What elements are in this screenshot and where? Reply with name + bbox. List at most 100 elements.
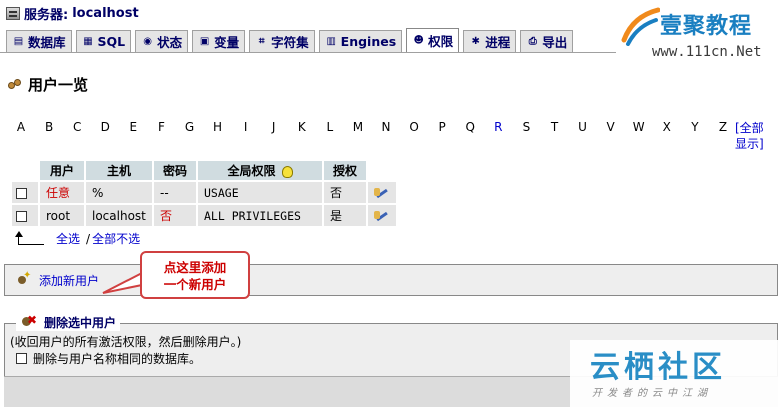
letter-v: V: [606, 120, 615, 134]
table-header-blank-2: [368, 161, 396, 180]
watermark: 云栖社区 开发者的云中江湖: [570, 340, 778, 407]
status-icon: ◉: [143, 36, 152, 47]
table-row: 任意 % -- USAGE 否: [12, 182, 396, 203]
letter-k: K: [297, 120, 306, 134]
tab-databases[interactable]: ▤ 数据库: [6, 30, 72, 52]
cell-grant: 是: [324, 205, 366, 226]
tab-charsets[interactable]: ⌗ 字符集: [249, 30, 315, 52]
add-user-link[interactable]: 添加新用户: [39, 272, 99, 289]
tab-export[interactable]: ⎙ 导出: [520, 30, 574, 52]
letter-h: H: [213, 120, 223, 134]
cell-privileges: ALL PRIVILEGES: [198, 205, 322, 226]
select-separator: /: [86, 231, 91, 246]
cell-host: localhost: [86, 205, 152, 226]
database-icon: ▤: [13, 36, 24, 47]
header-host: 主机: [86, 161, 152, 180]
delete-users-legend: 删除选中用户: [16, 313, 121, 331]
site-logo: 壹聚教程 www.111cn.Net: [616, 0, 778, 72]
header-grant: 授权: [324, 161, 366, 180]
add-user-icon: [17, 270, 31, 287]
letter-f: F: [157, 120, 165, 134]
variables-icon: ▣: [199, 36, 210, 47]
tab-processes[interactable]: ✱ 进程: [463, 30, 517, 52]
logo-brand: 壹聚教程: [660, 14, 753, 39]
letter-t: T: [550, 120, 559, 134]
edit-privileges-icon[interactable]: [374, 209, 390, 223]
cell-user: root: [40, 205, 84, 226]
cell-password: 否: [154, 205, 196, 226]
row-checkbox[interactable]: [16, 210, 27, 222]
cell-privileges: USAGE: [198, 182, 322, 203]
letter-l: L: [326, 120, 334, 134]
callout-annotation: 点这里添加 一个新用户: [140, 251, 250, 299]
edit-privileges-icon[interactable]: [374, 186, 390, 200]
header-user: 用户: [40, 161, 84, 180]
tab-privileges[interactable]: ☻ 权限: [406, 28, 460, 52]
row-checkbox-cell: [12, 205, 38, 226]
cell-user: 任意: [40, 182, 84, 203]
select-none-link[interactable]: 全部不选: [92, 230, 140, 247]
letter-q: Q: [465, 120, 475, 134]
letter-g: G: [184, 120, 195, 134]
row-checkbox-cell: [12, 182, 38, 203]
table-header-blank: [12, 161, 38, 180]
drop-database-option: 删除与用户名称相同的数据库。: [16, 350, 201, 367]
select-all-link[interactable]: 全选: [56, 230, 80, 247]
tab-engines[interactable]: ▥ Engines: [318, 30, 403, 52]
cell-host: %: [86, 182, 152, 203]
header-global-privileges: 全局权限: [198, 161, 322, 180]
delete-user-icon: [20, 313, 38, 329]
table-header-row: 用户 主机 密码 全局权限 授权: [12, 161, 396, 180]
tab-bar: ▤ 数据库 ▦ SQL ◉ 状态 ▣ 变量 ⌗ 字符集 ▥ Engines ☻ 权限 ✱ 进程 …: [6, 28, 574, 52]
show-all-link[interactable]: [全部显示]: [735, 120, 775, 152]
letter-w: W: [632, 120, 645, 134]
page-title: 用户一览: [8, 74, 88, 95]
tab-sql[interactable]: ▦ SQL: [75, 30, 132, 52]
row-checkbox[interactable]: [16, 187, 27, 199]
logo-url: www.111cn.Net: [652, 44, 762, 60]
letter-m: M: [352, 120, 364, 134]
letter-x: X: [662, 120, 671, 134]
page-title-text: 用户一览: [28, 76, 89, 94]
callout-line1: 点这里添加: [163, 260, 227, 275]
users-table: 用户 主机 密码 全局权限 授权 任意 % -- USAGE 否 root lo…: [10, 159, 398, 228]
letter-j: J: [271, 120, 276, 134]
table-row: root localhost 否 ALL PRIVILEGES 是: [12, 205, 396, 226]
sql-icon: ▦: [83, 36, 93, 47]
letter-o: O: [409, 120, 419, 134]
letter-a: A: [16, 120, 26, 134]
letter-y: Y: [691, 120, 699, 134]
server-icon: [6, 6, 20, 20]
server-title: 服务器: localhost: [6, 4, 139, 23]
tab-status[interactable]: ◉ 状态: [135, 30, 189, 52]
privileges-icon: ☻: [413, 35, 424, 46]
cell-password: --: [154, 182, 196, 203]
header-password: 密码: [154, 161, 196, 180]
letter-d: D: [100, 120, 110, 134]
tab-divider: [0, 52, 620, 53]
letter-r[interactable]: R: [491, 120, 505, 134]
charset-icon: ⌗: [258, 36, 265, 47]
select-arrow-icon: [14, 230, 46, 247]
watermark-title: 云栖社区: [590, 350, 726, 385]
select-controls: 全选 / 全部不选: [14, 230, 140, 247]
tab-variables[interactable]: ▣ 变量: [192, 30, 246, 52]
letter-e: E: [129, 120, 138, 134]
letter-s: S: [522, 120, 531, 134]
edit-cell: [368, 205, 396, 226]
callout-line2: 一个新用户: [163, 277, 227, 292]
letter-i: I: [243, 120, 248, 134]
letter-index: A B C D E F G H I J K L M N O P Q R S T U V W X Y Z: [14, 120, 730, 134]
server-name[interactable]: localhost: [72, 6, 138, 21]
delete-description: (收回用户的所有激活权限，然后删除用户。): [10, 335, 242, 349]
letter-p: P: [438, 120, 446, 134]
engines-icon: ▥: [326, 36, 336, 47]
cell-grant: 否: [324, 182, 366, 203]
drop-database-checkbox[interactable]: [16, 353, 27, 364]
users-icon: [8, 78, 23, 91]
server-label: 服务器:: [24, 7, 69, 23]
edit-cell: [368, 182, 396, 203]
logo-swoosh-icon: [621, 7, 660, 46]
letter-c: C: [72, 120, 82, 134]
hint-bulb-icon[interactable]: [281, 165, 293, 178]
